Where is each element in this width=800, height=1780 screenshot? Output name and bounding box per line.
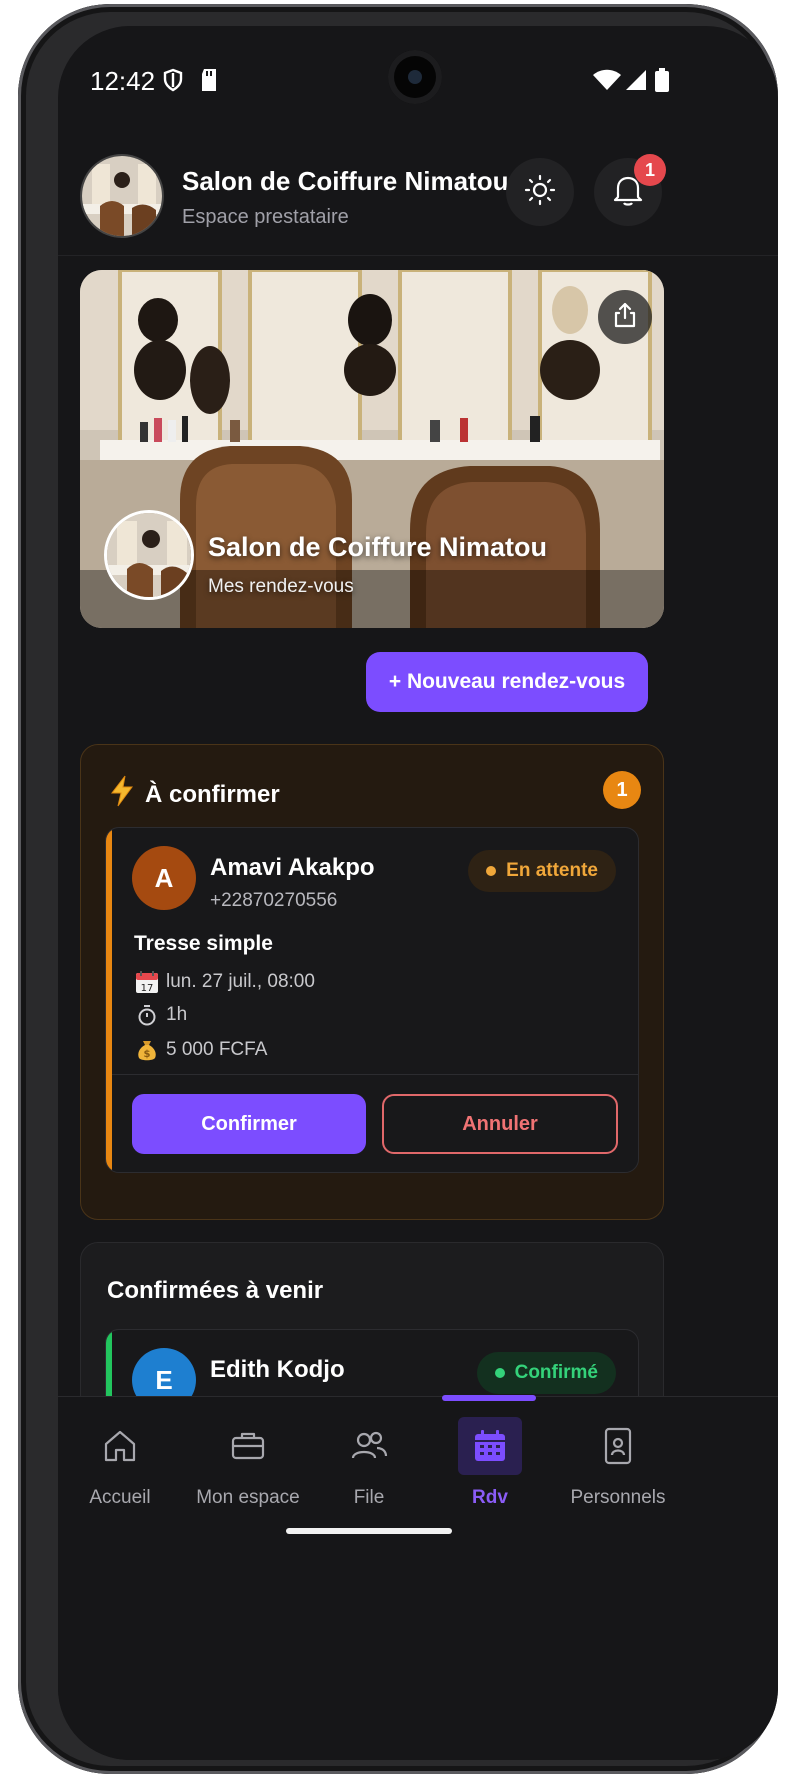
- status-time: 12:42: [90, 66, 156, 96]
- theme-toggle-button[interactable]: [506, 158, 574, 226]
- pending-appointment-card[interactable]: A Amavi Akakpo +22870270556 En attente T…: [105, 827, 639, 1173]
- salon-role: Espace prestataire: [182, 206, 349, 228]
- status-dot: [494, 1368, 505, 1378]
- people-icon: [337, 1417, 401, 1475]
- nav-label: Personnels: [570, 1487, 666, 1508]
- battery-icon: [654, 68, 670, 97]
- notifications-button[interactable]: 1: [594, 154, 666, 226]
- appointment-duration: 1h: [166, 1004, 188, 1025]
- client-name: Amavi Akakpo: [210, 854, 375, 881]
- share-icon: [613, 302, 637, 333]
- hero-subtitle: Mes rendez-vous: [208, 576, 354, 597]
- pending-stripe: [106, 828, 112, 1172]
- sd-card-icon: [200, 68, 218, 97]
- nav-mon-espace[interactable]: Mon espace: [178, 1417, 318, 1527]
- shield-icon: [162, 68, 184, 97]
- to-confirm-heading: À confirmer: [109, 775, 280, 814]
- calendar-icon: 17: [134, 970, 160, 994]
- briefcase-icon: [216, 1417, 280, 1475]
- client-name: Edith Kodjo: [210, 1356, 345, 1383]
- nav-label: Mon espace: [196, 1487, 300, 1508]
- status-badge: En attente: [468, 850, 616, 892]
- cancel-button[interactable]: Annuler: [382, 1094, 618, 1154]
- home-indicator[interactable]: [286, 1528, 452, 1534]
- status-dot: [486, 866, 497, 876]
- new-appointment-button[interactable]: + Nouveau rendez-vous: [366, 652, 648, 712]
- status-label: En attente: [506, 860, 598, 881]
- front-camera: [388, 50, 442, 104]
- to-confirm-count: 1: [603, 771, 641, 809]
- nav-personnels[interactable]: Personnels: [548, 1417, 688, 1527]
- signal-icon: [624, 68, 648, 97]
- hero-title: Salon de Coiffure Nimatou: [208, 532, 548, 562]
- client-phone[interactable]: +22870270556: [210, 890, 337, 912]
- svg-text:17: 17: [141, 983, 154, 994]
- nav-label: Rdv: [472, 1487, 508, 1508]
- sun-icon: [524, 174, 556, 211]
- appointment-price: 5 000 FCFA: [166, 1039, 268, 1060]
- to-confirm-section: À confirmer 1 A Amavi Akakpo +2287027055…: [80, 744, 664, 1220]
- hero-avatar: [104, 510, 194, 600]
- upcoming-title: Confirmées à venir: [107, 1277, 324, 1304]
- confirm-button[interactable]: Confirmer: [132, 1094, 366, 1154]
- price-row: $ 5 000 FCFA: [134, 1038, 267, 1062]
- salon-avatar[interactable]: [80, 154, 164, 238]
- service-name: Tresse simple: [134, 932, 273, 955]
- date-row: 17 lun. 27 juil., 08:00: [134, 970, 315, 994]
- active-tab-indicator: [442, 1395, 536, 1401]
- money-bag-icon: $: [134, 1038, 160, 1062]
- notification-badge: 1: [634, 154, 666, 186]
- card-divider: [112, 1074, 638, 1075]
- nav-rdv[interactable]: Rdv: [420, 1417, 560, 1527]
- nav-file[interactable]: File: [299, 1417, 439, 1527]
- app-header: Salon de Coiffure Nimatou Espace prestat…: [58, 136, 778, 256]
- screen: 12:42 Salon de Coiffure Nimatou Espace p…: [58, 26, 778, 1760]
- salon-cover: Salon de Coiffure Nimatou Mes rendez-vou…: [80, 270, 664, 628]
- status-badge: Confirmé: [476, 1352, 616, 1394]
- timer-icon: [134, 1004, 160, 1026]
- duration-row: 1h: [134, 1004, 187, 1026]
- lightning-icon: [109, 775, 135, 814]
- salon-name: Salon de Coiffure Nimatou: [182, 166, 509, 196]
- share-button[interactable]: [598, 290, 652, 344]
- phone-card-icon: [586, 1417, 650, 1475]
- status-label: Confirmé: [514, 1362, 598, 1383]
- to-confirm-title: À confirmer: [145, 780, 280, 808]
- bottom-navigation: Accueil Mon espace File Rdv Personnels: [58, 1395, 778, 1760]
- wifi-icon: [592, 68, 622, 97]
- status-bar: 12:42: [58, 26, 778, 136]
- svg-text:$: $: [144, 1049, 151, 1060]
- calendar-icon: [458, 1417, 522, 1475]
- phone-frame: 12:42 Salon de Coiffure Nimatou Espace p…: [18, 4, 778, 1774]
- nav-label: File: [353, 1487, 385, 1508]
- nav-label: Accueil: [89, 1487, 151, 1508]
- home-icon: [88, 1417, 152, 1475]
- client-avatar: A: [132, 846, 196, 910]
- appointment-date: lun. 27 juil., 08:00: [166, 971, 315, 992]
- nav-accueil[interactable]: Accueil: [58, 1417, 190, 1527]
